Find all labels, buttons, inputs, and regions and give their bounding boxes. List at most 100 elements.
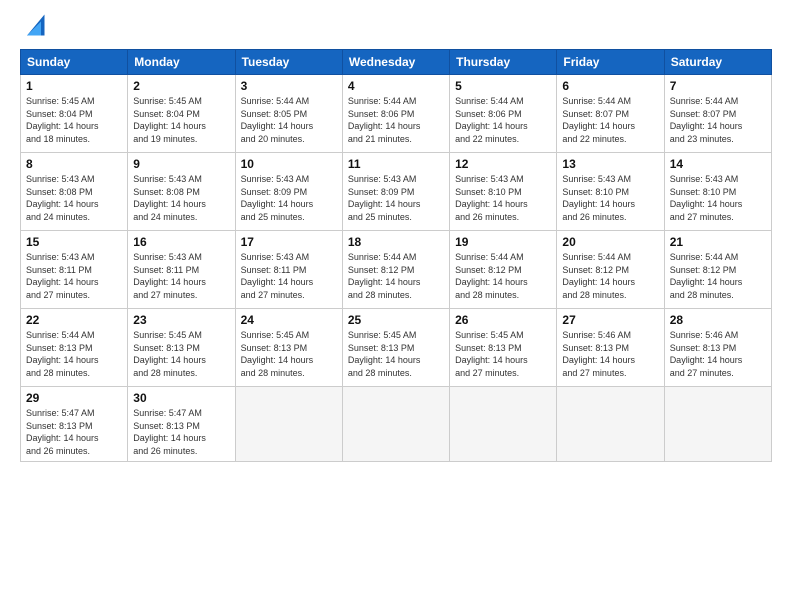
header [20,15,772,39]
day-number: 28 [670,313,766,327]
calendar-cell: 8 Sunrise: 5:43 AM Sunset: 8:08 PM Daylig… [21,153,128,231]
calendar-cell: 6 Sunrise: 5:44 AM Sunset: 8:07 PM Daylig… [557,75,664,153]
day-info: Sunrise: 5:43 AM Sunset: 8:11 PM Dayligh… [133,251,229,301]
day-number: 30 [133,391,229,405]
day-info: Sunrise: 5:43 AM Sunset: 8:08 PM Dayligh… [133,173,229,223]
calendar-cell: 20 Sunrise: 5:44 AM Sunset: 8:12 PM Dayli… [557,231,664,309]
calendar-cell: 24Sunrise: 5:45 AM Sunset: 8:13 PM Dayli… [235,309,342,387]
day-info: Sunrise: 5:45 AM Sunset: 8:04 PM Dayligh… [26,95,122,145]
calendar-week-row: 1 Sunrise: 5:45 AM Sunset: 8:04 PM Daylig… [21,75,772,153]
calendar-week-row: 15 Sunrise: 5:43 AM Sunset: 8:11 PM Dayli… [21,231,772,309]
day-number: 25 [348,313,444,327]
calendar-cell: 5 Sunrise: 5:44 AM Sunset: 8:06 PM Daylig… [450,75,557,153]
day-info: Sunrise: 5:44 AM Sunset: 8:12 PM Dayligh… [348,251,444,301]
day-info: Sunrise: 5:43 AM Sunset: 8:10 PM Dayligh… [562,173,658,223]
day-number: 1 [26,79,122,93]
weekday-header-sunday: Sunday [21,50,128,75]
day-info: Sunrise: 5:44 AM Sunset: 8:07 PM Dayligh… [562,95,658,145]
calendar-cell: 30 Sunrise: 5:47 AM Sunset: 8:13 PM Dayli… [128,387,235,462]
day-info: Sunrise: 5:44 AM Sunset: 8:13 PM Dayligh… [26,329,122,379]
day-number: 19 [455,235,551,249]
day-info: Sunrise: 5:44 AM Sunset: 8:05 PM Dayligh… [241,95,337,145]
day-info: Sunrise: 5:43 AM Sunset: 8:09 PM Dayligh… [348,173,444,223]
calendar: SundayMondayTuesdayWednesdayThursdayFrid… [20,49,772,462]
day-info: Sunrise: 5:44 AM Sunset: 8:07 PM Dayligh… [670,95,766,145]
calendar-week-row: 22 Sunrise: 5:44 AM Sunset: 8:13 PM Dayli… [21,309,772,387]
day-info: Sunrise: 5:47 AM Sunset: 8:13 PM Dayligh… [133,407,229,457]
day-number: 24 [241,313,337,327]
weekday-header-tuesday: Tuesday [235,50,342,75]
day-info: Sunrise: 5:43 AM Sunset: 8:10 PM Dayligh… [670,173,766,223]
day-number: 15 [26,235,122,249]
calendar-cell [664,387,771,462]
calendar-cell: 2 Sunrise: 5:45 AM Sunset: 8:04 PM Daylig… [128,75,235,153]
day-number: 5 [455,79,551,93]
day-info: Sunrise: 5:45 AM Sunset: 8:04 PM Dayligh… [133,95,229,145]
day-number: 8 [26,157,122,171]
calendar-cell [235,387,342,462]
day-number: 23 [133,313,229,327]
calendar-cell: 18Sunrise: 5:44 AM Sunset: 8:12 PM Dayli… [342,231,449,309]
calendar-cell: 16 Sunrise: 5:43 AM Sunset: 8:11 PM Dayli… [128,231,235,309]
calendar-cell: 17Sunrise: 5:43 AM Sunset: 8:11 PM Dayli… [235,231,342,309]
day-info: Sunrise: 5:43 AM Sunset: 8:10 PM Dayligh… [455,173,551,223]
logo-icon [20,11,48,39]
calendar-cell: 15 Sunrise: 5:43 AM Sunset: 8:11 PM Dayli… [21,231,128,309]
day-info: Sunrise: 5:43 AM Sunset: 8:11 PM Dayligh… [26,251,122,301]
day-number: 13 [562,157,658,171]
calendar-cell: 25 Sunrise: 5:45 AM Sunset: 8:13 PM Dayli… [342,309,449,387]
calendar-cell: 7 Sunrise: 5:44 AM Sunset: 8:07 PM Daylig… [664,75,771,153]
day-number: 21 [670,235,766,249]
calendar-cell: 29 Sunrise: 5:47 AM Sunset: 8:13 PM Dayli… [21,387,128,462]
weekday-header-saturday: Saturday [664,50,771,75]
day-info: Sunrise: 5:44 AM Sunset: 8:12 PM Dayligh… [455,251,551,301]
weekday-header-thursday: Thursday [450,50,557,75]
day-number: 29 [26,391,122,405]
calendar-cell: 13 Sunrise: 5:43 AM Sunset: 8:10 PM Dayli… [557,153,664,231]
day-number: 26 [455,313,551,327]
calendar-cell [557,387,664,462]
calendar-cell: 12 Sunrise: 5:43 AM Sunset: 8:10 PM Dayli… [450,153,557,231]
day-number: 12 [455,157,551,171]
calendar-cell: 4 Sunrise: 5:44 AM Sunset: 8:06 PM Daylig… [342,75,449,153]
calendar-cell: 26 Sunrise: 5:45 AM Sunset: 8:13 PM Dayli… [450,309,557,387]
calendar-cell: 23 Sunrise: 5:45 AM Sunset: 8:13 PM Dayli… [128,309,235,387]
calendar-cell: 28 Sunrise: 5:46 AM Sunset: 8:13 PM Dayli… [664,309,771,387]
day-number: 20 [562,235,658,249]
calendar-cell: 3 Sunrise: 5:44 AM Sunset: 8:05 PM Daylig… [235,75,342,153]
weekday-header-row: SundayMondayTuesdayWednesdayThursdayFrid… [21,50,772,75]
calendar-cell: 27Sunrise: 5:46 AM Sunset: 8:13 PM Dayli… [557,309,664,387]
day-number: 22 [26,313,122,327]
weekday-header-friday: Friday [557,50,664,75]
calendar-cell: 22 Sunrise: 5:44 AM Sunset: 8:13 PM Dayli… [21,309,128,387]
day-number: 7 [670,79,766,93]
day-info: Sunrise: 5:45 AM Sunset: 8:13 PM Dayligh… [348,329,444,379]
day-number: 10 [241,157,337,171]
day-info: Sunrise: 5:43 AM Sunset: 8:08 PM Dayligh… [26,173,122,223]
day-number: 4 [348,79,444,93]
day-info: Sunrise: 5:43 AM Sunset: 8:11 PM Dayligh… [241,251,337,301]
day-info: Sunrise: 5:44 AM Sunset: 8:12 PM Dayligh… [562,251,658,301]
calendar-cell: 21 Sunrise: 5:44 AM Sunset: 8:12 PM Dayli… [664,231,771,309]
day-info: Sunrise: 5:47 AM Sunset: 8:13 PM Dayligh… [26,407,122,457]
day-number: 14 [670,157,766,171]
day-info: Sunrise: 5:46 AM Sunset: 8:13 PM Dayligh… [670,329,766,379]
calendar-cell: 14 Sunrise: 5:43 AM Sunset: 8:10 PM Dayli… [664,153,771,231]
day-info: Sunrise: 5:44 AM Sunset: 8:12 PM Dayligh… [670,251,766,301]
day-info: Sunrise: 5:44 AM Sunset: 8:06 PM Dayligh… [455,95,551,145]
calendar-cell: 19 Sunrise: 5:44 AM Sunset: 8:12 PM Dayli… [450,231,557,309]
day-number: 11 [348,157,444,171]
day-info: Sunrise: 5:45 AM Sunset: 8:13 PM Dayligh… [455,329,551,379]
day-number: 6 [562,79,658,93]
day-number: 3 [241,79,337,93]
weekday-header-monday: Monday [128,50,235,75]
day-info: Sunrise: 5:43 AM Sunset: 8:09 PM Dayligh… [241,173,337,223]
day-number: 27 [562,313,658,327]
calendar-week-row: 29 Sunrise: 5:47 AM Sunset: 8:13 PM Dayli… [21,387,772,462]
day-number: 9 [133,157,229,171]
day-number: 2 [133,79,229,93]
day-info: Sunrise: 5:45 AM Sunset: 8:13 PM Dayligh… [133,329,229,379]
calendar-cell: 1 Sunrise: 5:45 AM Sunset: 8:04 PM Daylig… [21,75,128,153]
day-info: Sunrise: 5:44 AM Sunset: 8:06 PM Dayligh… [348,95,444,145]
day-number: 16 [133,235,229,249]
